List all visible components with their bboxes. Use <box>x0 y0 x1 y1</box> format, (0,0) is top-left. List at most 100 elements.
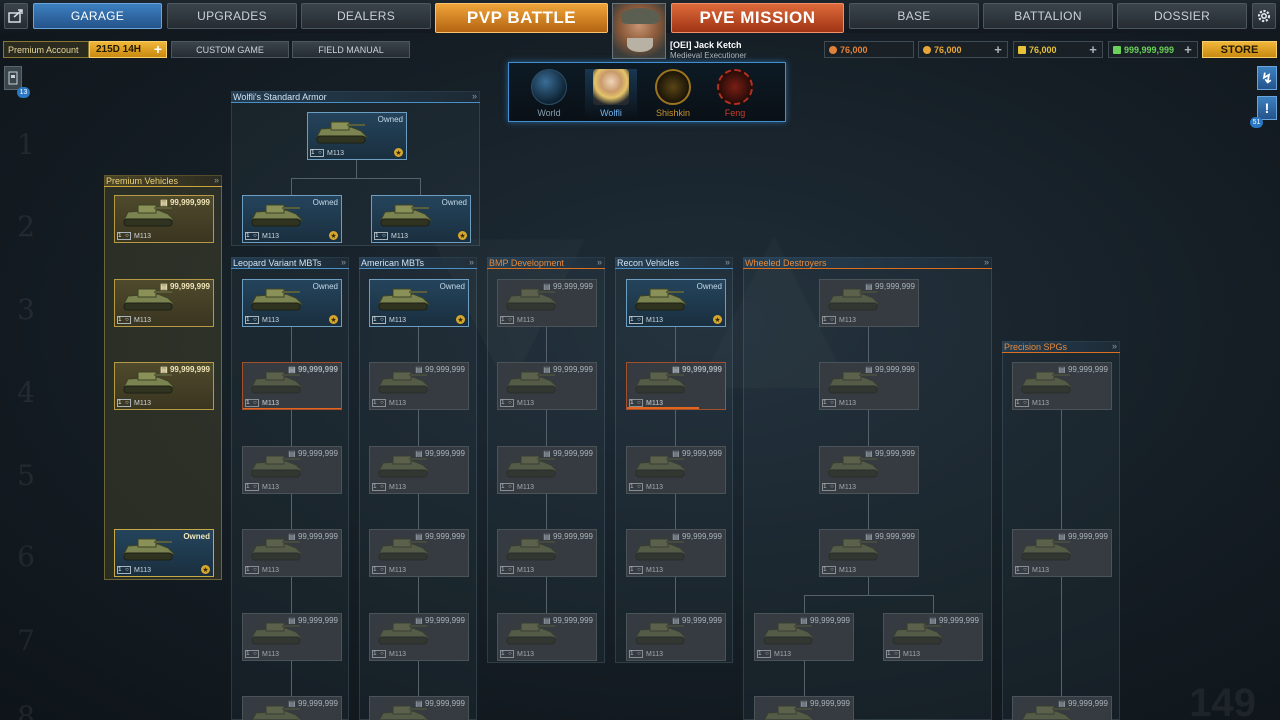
expand-arrow-icon[interactable]: » <box>469 257 474 267</box>
tree-header: Leopard Variant MBTs » <box>231 257 349 269</box>
faction-wolfli[interactable]: Wolfli <box>585 69 637 119</box>
owned-label: Owned <box>439 282 465 291</box>
lightning-icon: ↯ <box>1261 69 1273 86</box>
vehicle-card[interactable]: Owned 1 ○ M113 ★ <box>114 529 214 577</box>
tab-upgrades[interactable]: UPGRADES <box>167 3 297 29</box>
vehicle-card[interactable]: ▤ 99,999,9991 ○M113 <box>369 446 469 494</box>
price-label: ▤ 99,999,999 <box>288 449 338 458</box>
row-number: 8 <box>17 700 35 720</box>
vehicle-card[interactable]: Owned 1 ○ M113 ★ <box>242 195 342 243</box>
avatar[interactable] <box>612 3 666 59</box>
tab-dealers[interactable]: DEALERS <box>301 3 431 29</box>
vehicle-card[interactable]: ▤ 99,999,9991 ○M113 <box>114 362 214 410</box>
vehicle-card[interactable]: Owned 1 ○ M113 ★ <box>626 279 726 327</box>
vehicle-card[interactable]: ▤ 99,999,9991 ○M113 <box>242 362 342 410</box>
expand-arrow-icon[interactable]: » <box>597 257 602 267</box>
connector-line <box>933 595 934 613</box>
vehicle-card[interactable]: ▤ 99,999,9991 ○M113 <box>369 696 469 720</box>
vehicle-card[interactable]: ▤ 99,999,9991 ○M113 <box>819 362 919 410</box>
tier-badge: 1 ○ <box>500 399 514 407</box>
add-reputation-button[interactable]: + <box>991 42 1005 57</box>
vehicle-card[interactable]: ▤ 99,999,9991 ○M113 <box>242 529 342 577</box>
vehicle-card[interactable]: ▤ 99,999,9991 ○M113 <box>819 529 919 577</box>
vehicle-card[interactable]: ▤ 99,999,9991 ○M113 <box>369 613 469 661</box>
expand-arrow-icon[interactable]: » <box>725 257 730 267</box>
lightning-tab[interactable]: ↯ <box>1257 66 1277 90</box>
vehicle-card[interactable]: ▤ 99,999,9991 ○M113 <box>1012 362 1112 410</box>
expand-arrow-icon[interactable]: » <box>1112 341 1117 351</box>
premium-time-button[interactable]: 215D 14H + <box>89 41 167 58</box>
price-label: ▤ 99,999,999 <box>865 365 915 374</box>
vehicle-card[interactable]: ▤ 99,999,9991 ○M113 <box>497 279 597 327</box>
left-panel-tab[interactable] <box>4 66 22 90</box>
resource-reputation: 76,000 + <box>918 41 1008 58</box>
vehicle-card[interactable]: ▤ 99,999,9991 ○M113 <box>1012 696 1112 720</box>
price-label: ▤ 99,999,999 <box>415 365 465 374</box>
vehicle-card[interactable]: ▤ 99,999,9991 ○M113 <box>626 613 726 661</box>
price-label: ▤ 99,999,999 <box>865 282 915 291</box>
vehicle-card[interactable]: Owned 1 ○ M113 ★ <box>371 195 471 243</box>
faction-shishkin[interactable]: Shishkin <box>647 69 699 119</box>
tank-icon <box>380 204 433 227</box>
tab-base[interactable]: BASE <box>849 3 979 29</box>
vehicle-card[interactable]: ▤ 99,999,9991 ○M113 <box>242 446 342 494</box>
connector-line <box>291 178 292 195</box>
vehicle-card[interactable]: ▤ 99,999,9991 ○M113 <box>114 279 214 327</box>
vehicle-card[interactable]: Owned 1 ○ M113 ★ <box>307 112 407 160</box>
vehicle-card[interactable]: ▤ 99,999,9991 ○M113 <box>242 613 342 661</box>
vehicle-card[interactable]: ▤ 99,999,9991 ○M113 <box>497 446 597 494</box>
tank-icon <box>251 204 304 227</box>
vehicle-name: M113 <box>134 317 151 324</box>
faction-feng[interactable]: Feng <box>709 69 761 119</box>
settings-button[interactable] <box>1252 3 1276 29</box>
vehicle-card[interactable]: ▤ 99,999,9991 ○M113 <box>819 279 919 327</box>
vehicle-name: M113 <box>839 400 856 407</box>
vehicle-name: M113 <box>839 317 856 324</box>
expand-arrow-icon[interactable]: » <box>984 257 989 267</box>
vehicle-card[interactable]: Owned 1 ○ M113 ★ <box>369 279 469 327</box>
vehicle-card[interactable]: ▤ 99,999,9991 ○M113 <box>883 613 983 661</box>
tab-battalion[interactable]: BATTALION <box>983 3 1113 29</box>
field-manual-button[interactable]: FIELD MANUAL <box>292 41 410 58</box>
vehicle-card[interactable]: ▤ 99,999,9991 ○M113 <box>497 362 597 410</box>
price-label: ▤ 99,999,999 <box>415 616 465 625</box>
price-label: ▤ 99,999,999 <box>543 532 593 541</box>
custom-game-button[interactable]: CUSTOM GAME <box>171 41 289 58</box>
tier-badge: 1 ○ <box>117 232 131 240</box>
vehicle-card[interactable]: ▤ 99,999,9991 ○M113 <box>754 696 854 720</box>
vehicle-name: M113 <box>903 651 920 658</box>
vehicle-card[interactable]: ▤ 99,999,9991 ○M113 <box>754 613 854 661</box>
price-label: ▤ 99,999,999 <box>865 532 915 541</box>
expand-arrow-icon[interactable]: » <box>341 257 346 267</box>
vehicle-card[interactable]: ▤ 99,999,9991 ○M113 <box>626 529 726 577</box>
alert-tab[interactable]: ! <box>1257 96 1277 120</box>
pvp-battle-button[interactable]: PVP BATTLE <box>435 3 608 33</box>
vehicle-card[interactable]: ▤ 99,999,9991 ○M113 <box>1012 529 1112 577</box>
vehicle-card[interactable]: ▤ 99,999,9991 ○M113 <box>497 613 597 661</box>
vehicle-card[interactable]: Owned 1 ○ M113 ★ <box>242 279 342 327</box>
store-button[interactable]: STORE <box>1202 41 1277 58</box>
expand-arrow-icon[interactable]: » <box>472 91 477 101</box>
faction-world[interactable]: World <box>523 69 575 119</box>
vehicle-card[interactable]: ▤ 99,999,9991 ○M113 <box>114 195 214 243</box>
vehicle-card[interactable]: ▤ 99,999,9991 ○M113 <box>626 362 726 410</box>
vehicle-card[interactable]: ▤ 99,999,9991 ○M113 <box>819 446 919 494</box>
tab-dossier[interactable]: DOSSIER <box>1117 3 1247 29</box>
vehicle-card[interactable]: ▤ 99,999,9991 ○M113 <box>626 446 726 494</box>
pve-mission-button[interactable]: PVE MISSION <box>671 3 844 33</box>
vehicle-name: M113 <box>262 651 279 658</box>
vehicle-card[interactable]: ▤ 99,999,9991 ○M113 <box>242 696 342 720</box>
share-button[interactable] <box>4 3 28 29</box>
player-title: Medieval Executioner <box>670 51 747 60</box>
research-progress-bar <box>243 408 341 409</box>
price-label: ▤ 99,999,999 <box>288 532 338 541</box>
row-number: 4 <box>17 376 35 409</box>
tab-garage[interactable]: GARAGE <box>33 3 162 29</box>
expand-arrow-icon[interactable]: » <box>214 175 219 185</box>
vehicle-card[interactable]: ▤ 99,999,9991 ○M113 <box>497 529 597 577</box>
add-credits-button[interactable]: + <box>1086 42 1100 57</box>
price-label: ▤ 99,999,999 <box>543 616 593 625</box>
vehicle-card[interactable]: ▤ 99,999,9991 ○M113 <box>369 529 469 577</box>
vehicle-card[interactable]: ▤ 99,999,9991 ○M113 <box>369 362 469 410</box>
add-gold-button[interactable]: + <box>1181 42 1195 57</box>
